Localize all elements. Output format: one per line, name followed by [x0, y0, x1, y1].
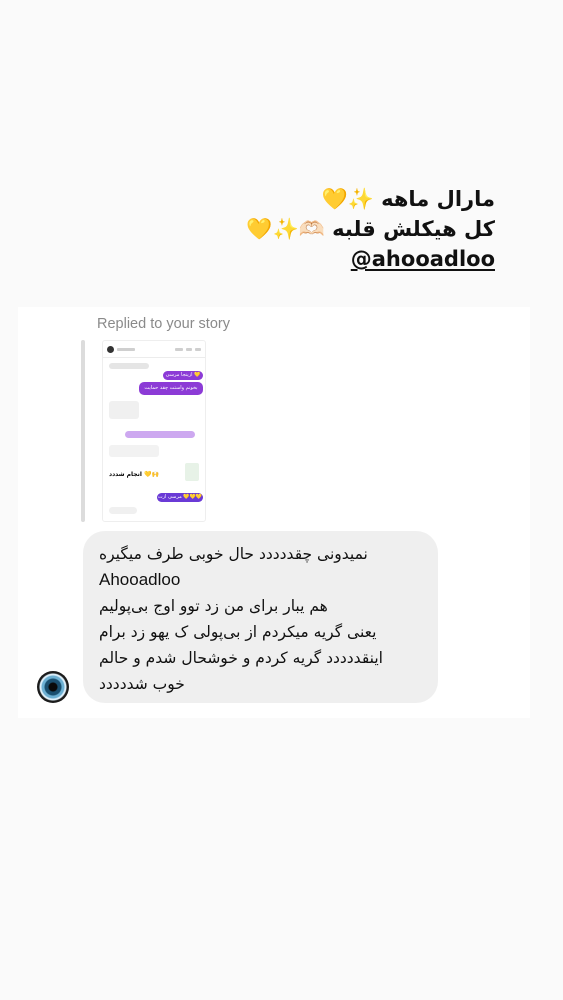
story-preview-text-4: مرسی ازت 💛💛💛 — [157, 493, 203, 502]
story-mini-avatar — [107, 345, 114, 353]
dm-screenshot: Replied to your story ازینجا مرسی 💛💛💛 بخ… — [18, 307, 530, 718]
story-thumbnail[interactable]: ازینجا مرسی 💛💛💛 بخونم واستت چقد حمایت می… — [102, 340, 206, 522]
message-line-4: یعنی گریه میکردم از بی‌پولی ک یهو زد برا… — [99, 623, 377, 641]
story-preview-text-2: بخونم واستت چقد حمایت میکنی 💛 — [139, 382, 203, 395]
message-line-3: هم یبار برای من زد توو اوج بی‌پولیم — [99, 597, 328, 615]
caption-line-1: مارال ماهه ✨💛 — [321, 187, 496, 211]
story-mini-header — [103, 341, 205, 358]
story-caption: مارال ماهه ✨💛 کل هیکلش قلبه 🫶🏻✨💛 @ahooad… — [246, 184, 495, 274]
message-bubble: نمیدونی چقددددد حال خوبی طرف میگیره Ahoo… — [83, 531, 438, 703]
sender-avatar[interactable] — [37, 671, 69, 703]
story-preview-text-1: ازینجا مرسی 💛💛💛 — [163, 371, 203, 380]
caption-line-2: کل هیکلش قلبه 🫶🏻✨💛 — [246, 217, 495, 241]
story-preview-text-3: انجام شددد 💛🙌 — [109, 471, 159, 478]
message-line-6: خوب شددددد — [99, 675, 185, 693]
message-line-1: نمیدونی چقددددد حال خوبی طرف میگیره — [99, 545, 368, 563]
message-line-2: Ahooadloo — [99, 570, 181, 589]
replied-to-story-label: Replied to your story — [97, 316, 230, 332]
message-line-5: اینقددددد گریه کردم و خوشحال شدم و حالم — [99, 649, 383, 667]
reply-indicator-line — [81, 340, 85, 522]
mention-tag[interactable]: @ahooadloo — [246, 244, 495, 274]
